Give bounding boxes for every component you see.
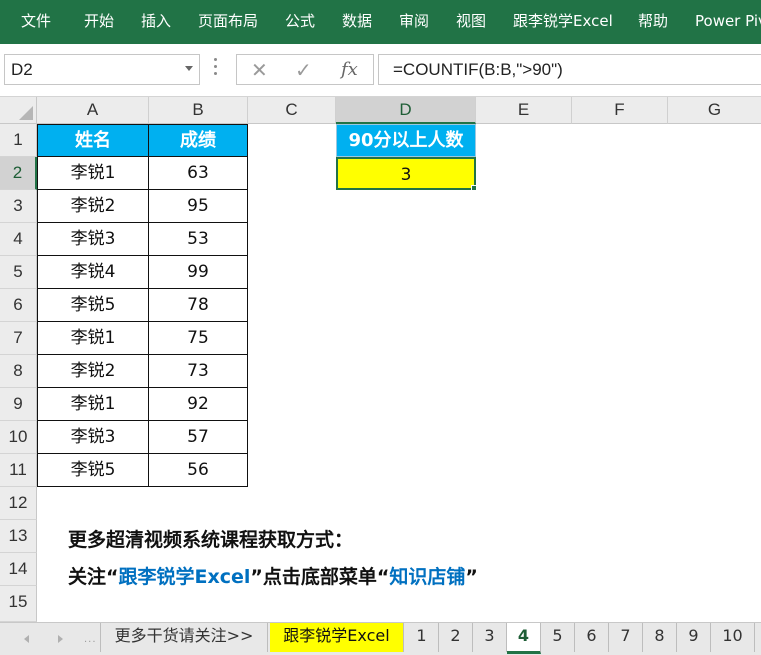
- drag-handle-icon[interactable]: [214, 58, 218, 80]
- row-header-14[interactable]: 14: [0, 553, 37, 586]
- promo-line-1: 更多超清视频系统课程获取方式：: [68, 529, 354, 551]
- table-cell-name[interactable]: 李锐5: [37, 454, 149, 487]
- table-cell-name[interactable]: 李锐2: [37, 190, 149, 223]
- table-cell-name[interactable]: 李锐5: [37, 289, 149, 322]
- column-header-g[interactable]: G: [668, 97, 761, 124]
- promo-text: ”: [465, 566, 478, 588]
- table-cell-name[interactable]: 李锐1: [37, 322, 149, 355]
- fill-handle[interactable]: [471, 185, 477, 191]
- formula-buttons: ✕ ✓ fx: [236, 54, 374, 85]
- table-cell-name[interactable]: 李锐3: [37, 421, 149, 454]
- table-cell-score[interactable]: 92: [149, 388, 248, 421]
- table-cell-score[interactable]: 73: [149, 355, 248, 388]
- sheet-tab-5[interactable]: 5: [541, 623, 575, 652]
- ribbon-tab-formulas[interactable]: 公式: [285, 0, 315, 44]
- table-cell-name[interactable]: 李锐1: [37, 157, 149, 190]
- column-header-e[interactable]: E: [476, 97, 572, 124]
- promo-shop: 知识店铺: [389, 566, 466, 588]
- table-cell-score[interactable]: 75: [149, 322, 248, 355]
- sheet-tab-bar: ··· 更多干货请关注>> 跟李锐学Excel 1 2 3 4 5 6 7 8 …: [0, 622, 761, 655]
- select-all-icon: [19, 106, 33, 120]
- row-header-3[interactable]: 3: [0, 190, 37, 223]
- promo-line-2: 关注“跟李锐学Excel”点击底部菜单“知识店铺”: [68, 562, 478, 589]
- summary-header-cell[interactable]: 90分以上人数: [336, 124, 476, 157]
- row-header-4[interactable]: 4: [0, 223, 37, 256]
- name-box-value: D2: [11, 60, 33, 79]
- promo-text: ”点击底部菜单“: [250, 566, 390, 588]
- ribbon-tab-bar: 文件 开始 插入 页面布局 公式 数据 审阅 视图 跟李锐学Excel 帮助 P…: [0, 0, 761, 44]
- promo-brand: 跟李锐学Excel: [118, 566, 251, 588]
- select-all-corner[interactable]: [0, 97, 37, 124]
- table-cell-name[interactable]: 李锐1: [37, 388, 149, 421]
- table-header-name[interactable]: 姓名: [37, 124, 149, 157]
- ribbon-tab-power-pivot[interactable]: Power Pivot: [695, 0, 761, 44]
- row-header-10[interactable]: 10: [0, 421, 37, 454]
- table-cell-score[interactable]: 56: [149, 454, 248, 487]
- table-cell-name[interactable]: 李锐2: [37, 355, 149, 388]
- ribbon-tab-home[interactable]: 开始: [84, 0, 114, 44]
- sheet-tab-7[interactable]: 7: [609, 623, 643, 652]
- sheet-tab-9[interactable]: 9: [677, 623, 711, 652]
- column-header-c[interactable]: C: [248, 97, 336, 124]
- sheet-tab-4[interactable]: 4: [507, 623, 541, 654]
- row-header-1[interactable]: 1: [0, 124, 37, 157]
- row-header-7[interactable]: 7: [0, 322, 37, 355]
- sheet-tab-2[interactable]: 2: [439, 623, 473, 652]
- row-header-11[interactable]: 11: [0, 454, 37, 487]
- table-header-score[interactable]: 成绩: [149, 124, 248, 157]
- table-cell-score[interactable]: 63: [149, 157, 248, 190]
- sheet-tab-6[interactable]: 6: [575, 623, 609, 652]
- summary-value-cell[interactable]: 3: [336, 157, 476, 190]
- name-box[interactable]: D2: [4, 54, 200, 85]
- formula-text: =COUNTIF(B:B,">90"): [393, 60, 563, 79]
- row-header-12[interactable]: 12: [0, 487, 37, 520]
- table-cell-name[interactable]: 李锐4: [37, 256, 149, 289]
- ribbon-tab-data[interactable]: 数据: [342, 0, 372, 44]
- ribbon-tab-insert[interactable]: 插入: [141, 0, 171, 44]
- cancel-icon[interactable]: ✕: [251, 57, 268, 83]
- chevron-down-icon[interactable]: [185, 66, 193, 71]
- row-header-5[interactable]: 5: [0, 256, 37, 289]
- column-header-a[interactable]: A: [37, 97, 149, 124]
- formula-bar: D2 ✕ ✓ fx =COUNTIF(B:B,">90"): [0, 44, 761, 97]
- sheet-tab-brand[interactable]: 跟李锐学Excel: [270, 623, 404, 652]
- table-cell-score[interactable]: 53: [149, 223, 248, 256]
- table-cell-name[interactable]: 李锐3: [37, 223, 149, 256]
- table-cell-score[interactable]: 99: [149, 256, 248, 289]
- row-header-15[interactable]: 15: [0, 586, 37, 622]
- table-cell-score[interactable]: 95: [149, 190, 248, 223]
- function-icon[interactable]: fx: [341, 57, 358, 83]
- ribbon-tab-view[interactable]: 视图: [456, 0, 486, 44]
- ribbon-tab-custom[interactable]: 跟李锐学Excel: [513, 0, 613, 44]
- ribbon-tab-help[interactable]: 帮助: [638, 0, 668, 44]
- table-cell-score[interactable]: 57: [149, 421, 248, 454]
- row-header-2[interactable]: 2: [0, 157, 37, 190]
- row-header-13[interactable]: 13: [0, 520, 37, 553]
- check-icon[interactable]: ✓: [295, 57, 312, 83]
- formula-input[interactable]: =COUNTIF(B:B,">90"): [378, 54, 761, 85]
- sheet-tab-8[interactable]: 8: [643, 623, 677, 652]
- table-cell-score[interactable]: 78: [149, 289, 248, 322]
- ribbon-tab-review[interactable]: 审阅: [399, 0, 429, 44]
- row-header-8[interactable]: 8: [0, 355, 37, 388]
- scroll-right-icon[interactable]: [58, 635, 63, 643]
- ribbon-tab-file[interactable]: 文件: [21, 0, 51, 44]
- promo-text: 关注“: [68, 566, 119, 588]
- sheet-tab-10[interactable]: 10: [711, 623, 755, 652]
- row-header-6[interactable]: 6: [0, 289, 37, 322]
- more-sheets-icon[interactable]: ···: [84, 637, 97, 648]
- row-header-9[interactable]: 9: [0, 388, 37, 421]
- sheet-tab-3[interactable]: 3: [473, 623, 507, 652]
- column-header-b[interactable]: B: [149, 97, 248, 124]
- column-header-d[interactable]: D: [336, 97, 476, 124]
- sheet-tab-more[interactable]: 更多干货请关注>>: [100, 623, 268, 652]
- ribbon-tab-page-layout[interactable]: 页面布局: [198, 0, 258, 44]
- sheet-tab-1[interactable]: 1: [405, 623, 439, 652]
- column-header-f[interactable]: F: [572, 97, 668, 124]
- scroll-left-icon[interactable]: [24, 635, 29, 643]
